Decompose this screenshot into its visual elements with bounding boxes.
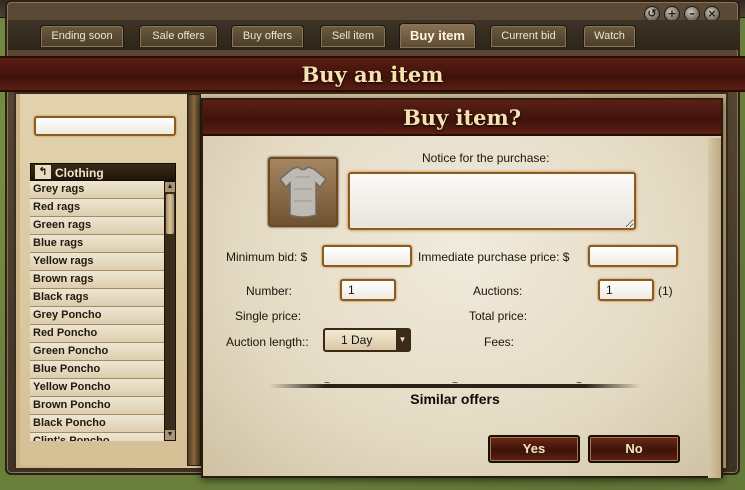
tab-sale-offers[interactable]: Sale offers (139, 25, 218, 47)
scroll-thumb[interactable] (166, 194, 174, 234)
similar-offers-heading: Similar offers (410, 391, 500, 407)
tab-sell-item[interactable]: Sell item (320, 25, 386, 47)
auction-length-label: Auction length:: (226, 335, 309, 349)
item-thumbnail (268, 157, 338, 227)
total-price-label: Total price: (469, 309, 528, 323)
page-title: Buy an item (0, 56, 745, 92)
search-input[interactable] (34, 116, 176, 136)
list-item[interactable]: Clint's Poncho (30, 433, 164, 441)
yes-button[interactable]: Yes (488, 435, 580, 463)
auctions-field[interactable] (598, 279, 654, 301)
list-item[interactable]: Blue rags (30, 235, 164, 253)
min-bid-label: Minimum bid: $ (226, 250, 308, 264)
list-item[interactable]: Yellow Poncho (30, 379, 164, 397)
list-item[interactable]: Blue Poncho (30, 361, 164, 379)
list-item[interactable]: Grey Poncho (30, 307, 164, 325)
list-item[interactable]: Grey rags (30, 181, 164, 199)
scroll-up-icon[interactable]: ▲ (165, 182, 175, 192)
notice-field[interactable] (348, 172, 636, 230)
list-item[interactable]: Green rags (30, 217, 164, 235)
auction-length-value: 1 Day (341, 333, 373, 347)
tab-current-bid[interactable]: Current bid (490, 25, 567, 47)
tab-buy-offers[interactable]: Buy offers (231, 25, 304, 47)
buy-item-dialog: Buy item? Notice for the purchase: Minim… (201, 98, 723, 478)
single-price-label: Single price: (235, 309, 302, 323)
number-field[interactable] (340, 279, 396, 301)
min-bid-field[interactable] (322, 245, 412, 267)
category-header[interactable]: ↰ Clothing (30, 163, 176, 181)
dialog-title: Buy item? (203, 100, 721, 136)
list-item[interactable]: Red Poncho (30, 325, 164, 343)
no-button[interactable]: No (588, 435, 680, 463)
list-scrollbar[interactable]: ▲ ▼ (164, 181, 176, 441)
chevron-down-icon[interactable]: ▼ (396, 330, 409, 350)
list-item[interactable]: Yellow rags (30, 253, 164, 271)
list-item[interactable]: Black rags (30, 289, 164, 307)
list-item[interactable]: Brown rags (30, 271, 164, 289)
divider-ornament-icon: ~ (576, 378, 582, 389)
grey-shirt-icon (278, 166, 328, 218)
auctions-label: Auctions: (473, 284, 523, 298)
number-label: Number: (246, 284, 293, 298)
item-list: Grey rags Red rags Green rags Blue rags Yell… (30, 181, 164, 441)
panel-divider (187, 94, 201, 466)
immediate-price-label: Immediate purchase price: $ (418, 250, 570, 264)
list-item[interactable]: Green Poncho (30, 343, 164, 361)
tab-ending-soon[interactable]: Ending soon (40, 25, 124, 47)
auctions-count: (1) (658, 284, 673, 298)
dialog-scroll-track (708, 138, 721, 478)
list-item[interactable]: Black Poncho (30, 415, 164, 433)
notice-label: Notice for the purchase: (422, 151, 550, 165)
category-label: Clothing (55, 166, 104, 180)
fees-label: Fees: (484, 335, 515, 349)
tab-watch[interactable]: Watch (583, 25, 636, 47)
back-arrow-icon[interactable]: ↰ (35, 165, 51, 179)
divider-ornament-icon: ~ (324, 378, 330, 389)
list-item[interactable]: Brown Poncho (30, 397, 164, 415)
scroll-down-icon[interactable]: ▼ (165, 430, 175, 440)
list-item[interactable]: Red rags (30, 199, 164, 217)
divider-ornament-icon: ~ (452, 378, 458, 389)
auction-length-select[interactable]: 1 Day ▼ (323, 328, 411, 352)
tab-buy-item[interactable]: Buy item (399, 23, 476, 48)
immediate-price-field[interactable] (588, 245, 678, 267)
